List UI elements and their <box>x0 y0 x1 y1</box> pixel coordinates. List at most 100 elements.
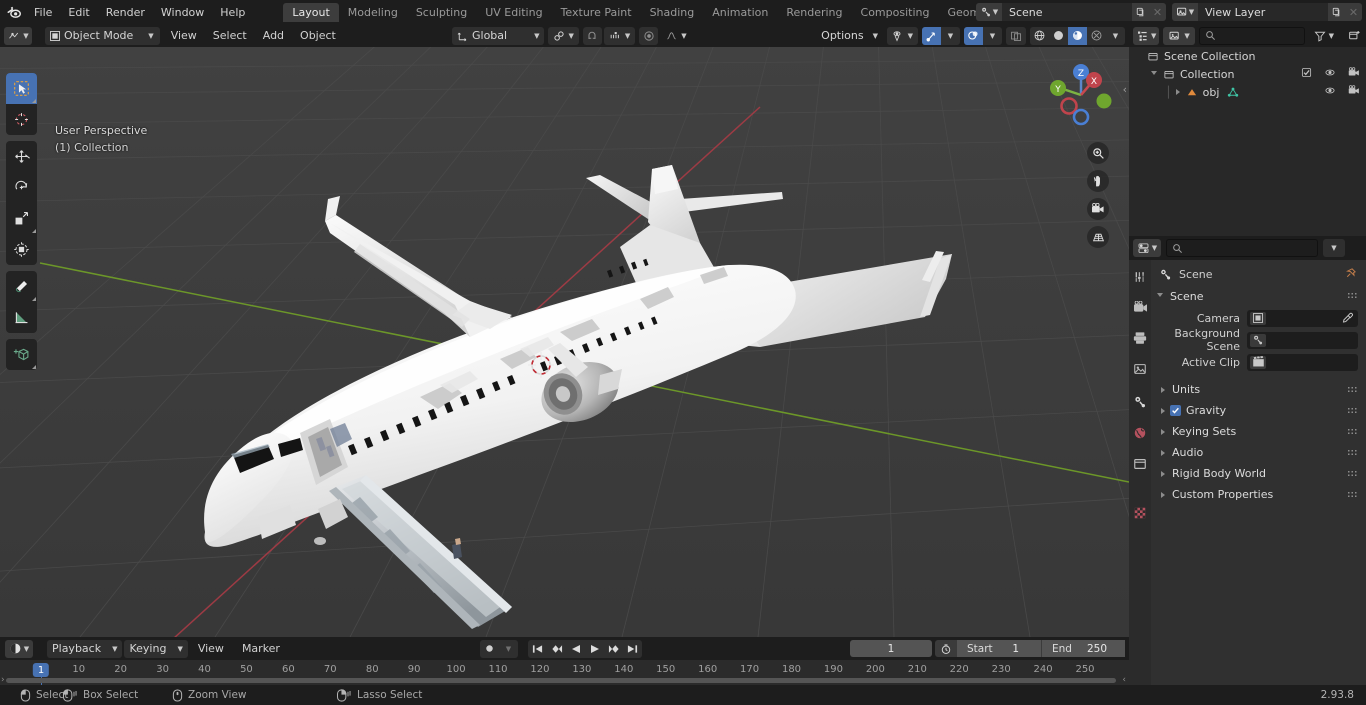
rotate-tool-icon[interactable] <box>6 172 37 203</box>
scene-panel-header[interactable]: Scene <box>1151 285 1366 307</box>
material-preview-shading-icon[interactable] <box>1068 26 1087 45</box>
outliner-editor-type-selector[interactable]: ▼ <box>1133 26 1160 45</box>
gravity-checkbox[interactable] <box>1170 405 1181 416</box>
snap-target-selector[interactable]: ▼ <box>603 26 636 45</box>
workspace-tab-sculpting[interactable]: Sculpting <box>407 3 476 22</box>
tab-collection[interactable] <box>1133 457 1147 474</box>
viewport-canvas[interactable] <box>0 47 1129 637</box>
hide-in-viewport-eye-icon[interactable] <box>1324 85 1336 99</box>
property-section-rigid-body-world[interactable]: Rigid Body World <box>1151 463 1366 484</box>
menu-file[interactable]: File <box>26 3 60 21</box>
move-view-icon[interactable] <box>1087 170 1109 192</box>
workspace-tab-shading[interactable]: Shading <box>641 3 704 22</box>
snap-magnet-icon[interactable] <box>582 26 602 45</box>
transform-tool-icon[interactable] <box>6 234 37 265</box>
playback-transport-controls[interactable] <box>528 639 642 658</box>
outliner-row-scene-collection[interactable]: Scene Collection <box>1129 47 1366 65</box>
timeline-scrubber[interactable]: 10 20 30 40 50 60 70 80 90 100 110 120 130 140 150 160 1… <box>0 660 1129 685</box>
timeline-menu-playback[interactable]: Playback ▼ <box>47 639 123 658</box>
pin-icon[interactable] <box>1345 267 1357 282</box>
end-frame-field[interactable]: End 250 <box>1041 640 1125 657</box>
scene-name-field[interactable]: Scene <box>1002 3 1132 21</box>
properties-search-input[interactable] <box>1166 239 1318 257</box>
add-cube-tool-icon[interactable] <box>6 339 37 370</box>
xray-toggle[interactable] <box>1006 26 1026 45</box>
shading-options-chevron-down-icon[interactable]: ▼ <box>1106 27 1125 45</box>
viewport-options-button[interactable]: Options ▼ <box>816 27 883 45</box>
menu-help[interactable]: Help <box>212 3 253 21</box>
auto-keying-group[interactable]: ▼ <box>480 639 518 658</box>
scrollbar-left-arrow-icon[interactable]: › <box>1 675 5 685</box>
scale-tool-icon[interactable] <box>6 203 37 234</box>
proportional-edit-controls[interactable]: ▼ <box>639 26 691 45</box>
overlay-toggle-group[interactable]: ▼ <box>964 26 1002 45</box>
outliner-display-mode-selector[interactable]: ▼ <box>1163 26 1195 45</box>
timeline-editor-type-selector[interactable]: ▼ <box>5 639 33 658</box>
eyedropper-icon[interactable] <box>1342 312 1354 327</box>
chevron-right-icon[interactable] <box>1161 449 1165 456</box>
solid-shading-icon[interactable] <box>1049 27 1068 45</box>
timeline-menu-marker[interactable]: Marker <box>234 640 288 658</box>
tab-view-layer[interactable] <box>1133 362 1147 379</box>
cursor-tool-icon[interactable] <box>6 104 37 135</box>
workspace-tab-uv-editing[interactable]: UV Editing <box>476 3 551 22</box>
tab-tool[interactable] <box>1133 270 1147 287</box>
chevron-right-icon[interactable] <box>1161 407 1165 414</box>
view-layer-selector[interactable]: ▼ View Layer ✕ <box>1172 3 1362 21</box>
property-value-field[interactable] <box>1247 331 1358 349</box>
jump-to-end-button[interactable] <box>623 640 642 658</box>
timeline-menu-view[interactable]: View <box>190 640 232 658</box>
chevron-right-icon[interactable] <box>1161 491 1165 498</box>
viewport-menu-view[interactable]: View <box>163 27 205 45</box>
chevron-right-icon[interactable] <box>1161 386 1165 393</box>
view-layer-name-field[interactable]: View Layer <box>1198 3 1328 21</box>
camera-view-icon[interactable] <box>1087 198 1109 220</box>
viewport-menu-add[interactable]: Add <box>255 27 292 45</box>
chevron-right-icon[interactable] <box>1161 428 1165 435</box>
jump-to-start-button[interactable] <box>528 640 547 658</box>
workspace-tab-layout[interactable]: Layout <box>283 2 339 22</box>
property-value-field[interactable] <box>1247 353 1358 371</box>
auto-keying-options-chevron-down-icon[interactable]: ▼ <box>499 640 518 658</box>
move-tool-icon[interactable] <box>6 141 37 172</box>
3d-viewport[interactable]: User Perspective (1) Collection Z Y X ‹ <box>0 47 1129 637</box>
jump-to-next-keyframe-button[interactable] <box>604 640 623 658</box>
mode-selector[interactable]: Object Mode ▼ <box>45 26 160 45</box>
jump-to-prev-keyframe-button[interactable] <box>547 640 566 658</box>
disable-in-renders-camera-icon[interactable] <box>1348 85 1360 99</box>
viewport-menu-object[interactable]: Object <box>292 27 344 45</box>
snap-pivot-selector[interactable]: ▼ <box>548 26 579 45</box>
show-gizmo-icon[interactable] <box>922 26 941 45</box>
shading-mode-group[interactable]: ▼ <box>1030 26 1125 45</box>
tab-world[interactable] <box>1133 426 1147 443</box>
property-section-keying-sets[interactable]: Keying Sets <box>1151 421 1366 442</box>
new-scene-button[interactable] <box>1132 3 1149 21</box>
measure-tool-icon[interactable] <box>6 302 37 333</box>
auto-keyframe-icon[interactable] <box>480 640 499 658</box>
chevron-right-icon[interactable] <box>1175 89 1180 95</box>
workspace-tab-modeling[interactable]: Modeling <box>339 3 407 22</box>
chevron-right-icon[interactable] <box>1161 470 1165 477</box>
disable-in-renders-camera-icon[interactable] <box>1348 67 1360 81</box>
sidebar-collapse-arrow-icon[interactable]: ‹ <box>1123 83 1127 96</box>
navigation-gizmo[interactable]: Z Y X <box>1045 59 1117 131</box>
falloff-type-selector[interactable]: ▼ <box>660 27 691 45</box>
property-section-units[interactable]: Units <box>1151 379 1366 400</box>
workspace-tab-texture-paint[interactable]: Texture Paint <box>552 3 641 22</box>
properties-editor-type-selector[interactable]: ▼ <box>1133 239 1161 257</box>
editor-type-selector[interactable]: ▼ <box>4 26 32 45</box>
property-section-custom-properties[interactable]: Custom Properties <box>1151 484 1366 505</box>
tab-texture[interactable] <box>1133 506 1147 523</box>
toggle-perspective-ortho-icon[interactable] <box>1087 226 1109 248</box>
menu-window[interactable]: Window <box>153 3 212 21</box>
new-view-layer-button[interactable] <box>1328 3 1345 21</box>
gizmo-toggle-group[interactable]: ▼ <box>922 26 960 45</box>
annotate-tool-icon[interactable] <box>6 271 37 302</box>
property-section-gravity[interactable]: Gravity <box>1151 400 1366 421</box>
hide-in-viewport-eye-icon[interactable] <box>1324 67 1336 81</box>
outliner-row-obj[interactable]: │ obj <box>1129 83 1366 101</box>
play-button[interactable] <box>585 640 604 658</box>
outliner-row-collection[interactable]: Collection <box>1129 65 1366 83</box>
property-value-field[interactable] <box>1247 309 1358 327</box>
collection-enable-checkbox[interactable] <box>1301 67 1312 81</box>
